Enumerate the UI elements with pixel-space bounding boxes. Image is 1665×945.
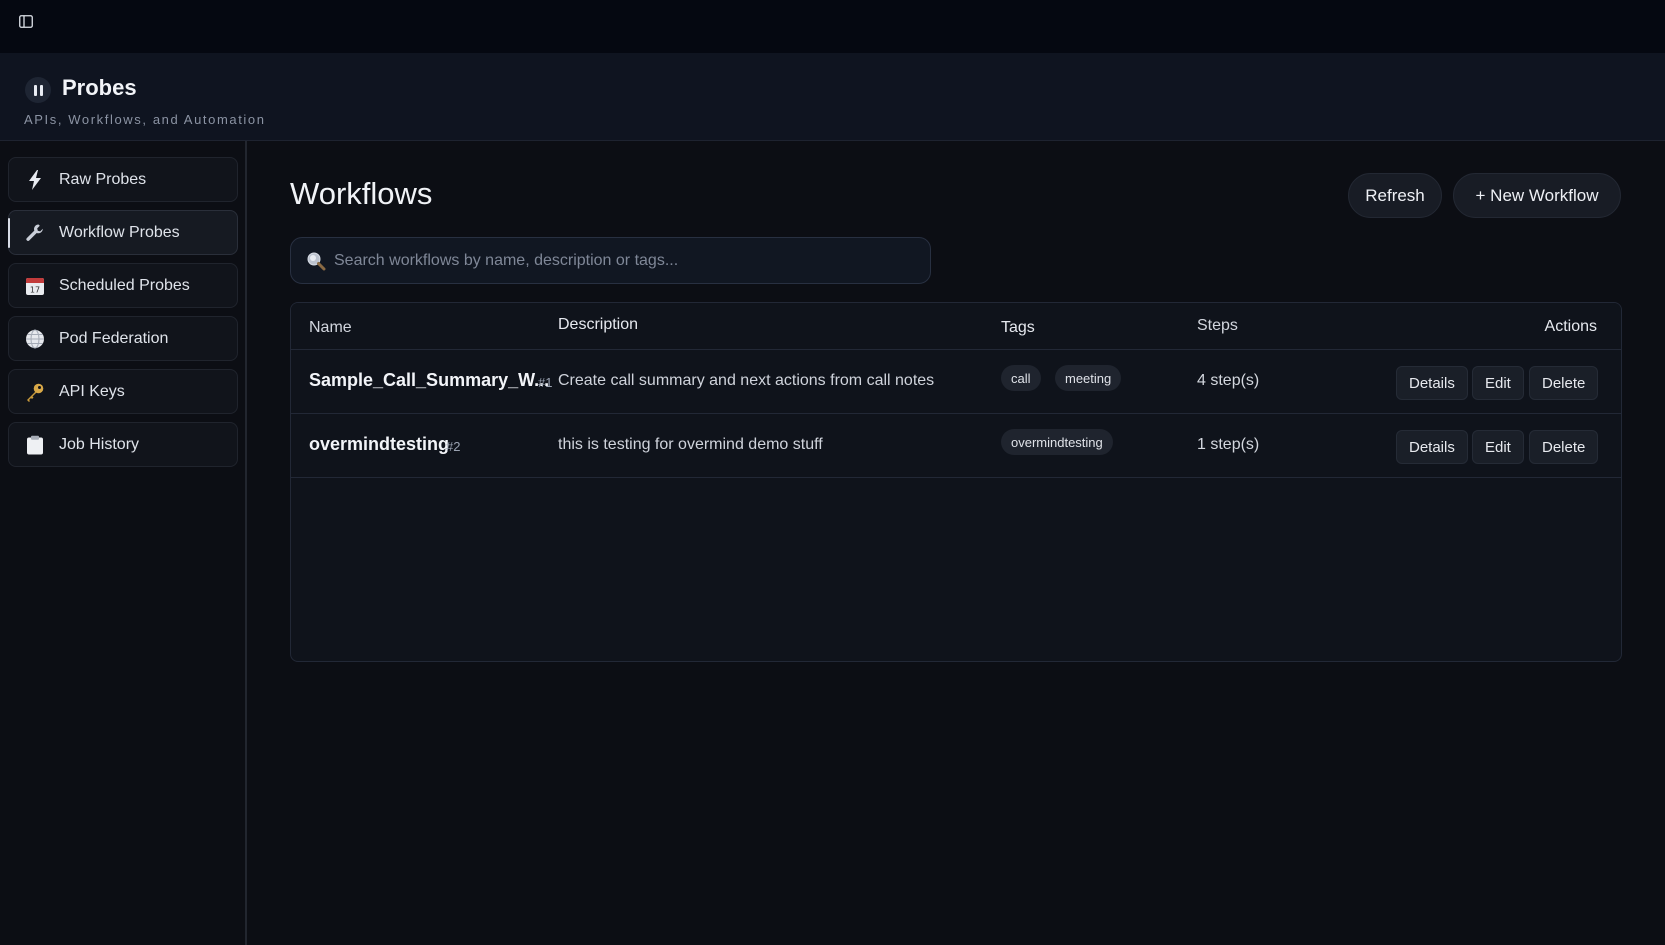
tag-badge: meeting (1055, 365, 1122, 391)
delete-button[interactable]: Delete (1529, 366, 1599, 400)
page-title: Workflows (290, 176, 433, 211)
svg-text:17: 17 (30, 285, 40, 294)
workflow-steps: 1 step(s) (1197, 436, 1260, 453)
workflow-name[interactable]: Sample_Call_Summary_W... (309, 370, 549, 391)
column-header-name: Name (309, 319, 352, 336)
top-bar (0, 0, 1665, 53)
search-icon (306, 251, 326, 271)
app-title: Probes (62, 75, 137, 100)
workflow-steps: 4 step(s) (1197, 372, 1260, 389)
workflows-table: Name Description Tags Steps Actions Samp… (290, 302, 1622, 662)
sidebar-item-scheduled-probes[interactable]: 17 Scheduled Probes (8, 263, 238, 308)
pause-icon (25, 77, 51, 103)
edit-button[interactable]: Edit (1472, 430, 1524, 464)
globe-icon (24, 328, 46, 350)
workflow-number: #2 (446, 439, 461, 454)
sidebar: Raw Probes Workflow Probes 17 Scheduled … (0, 141, 247, 945)
sidebar-item-job-history[interactable]: Job History (8, 422, 238, 467)
sidebar-toggle-icon[interactable] (18, 14, 34, 28)
sidebar-item-label: Raw Probes (59, 170, 147, 188)
sidebar-item-label: API Keys (59, 382, 125, 400)
column-header-tags: Tags (1001, 319, 1035, 336)
column-header-actions: Actions (1544, 318, 1597, 335)
lightning-icon (24, 169, 46, 191)
column-header-steps: Steps (1197, 317, 1238, 334)
refresh-button[interactable]: Refresh (1348, 173, 1442, 218)
app-subtitle: APIs, Workflows, and Automation (24, 112, 266, 127)
sidebar-item-workflow-probes[interactable]: Workflow Probes (8, 210, 238, 255)
new-workflow-button[interactable]: + New Workflow (1453, 173, 1621, 218)
details-button[interactable]: Details (1396, 366, 1468, 400)
sidebar-item-api-keys[interactable]: API Keys (8, 369, 238, 414)
table-header: Name Description Tags Steps Actions (291, 303, 1621, 350)
sidebar-item-label: Pod Federation (59, 329, 169, 347)
details-button[interactable]: Details (1396, 430, 1468, 464)
workflow-number: #1 (538, 375, 553, 390)
sidebar-item-pod-federation[interactable]: Pod Federation (8, 316, 238, 361)
key-icon (24, 381, 46, 403)
workflow-description: this is testing for overmind demo stuff (558, 436, 823, 453)
sidebar-item-label: Scheduled Probes (59, 276, 190, 294)
delete-button[interactable]: Delete (1529, 430, 1599, 464)
search-bar (290, 237, 931, 284)
app-header: Probes APIs, Workflows, and Automation (0, 53, 1665, 141)
sidebar-item-label: Job History (59, 435, 140, 453)
workflow-name[interactable]: overmindtesting (309, 434, 449, 455)
workflow-description: Create call summary and next actions fro… (558, 372, 935, 389)
edit-button[interactable]: Edit (1472, 366, 1524, 400)
tag-badge: overmindtesting (1001, 429, 1113, 455)
tag-badge: call (1001, 365, 1041, 391)
column-header-description: Description (558, 316, 639, 333)
wrench-icon (24, 222, 46, 244)
table-row: overmindtesting #2 this is testing for o… (291, 414, 1621, 478)
sidebar-item-raw-probes[interactable]: Raw Probes (8, 157, 238, 202)
search-input[interactable] (334, 251, 924, 270)
table-row: Sample_Call_Summary_W... #1 Create call … (291, 350, 1621, 414)
calendar-icon: 17 (24, 275, 46, 297)
sidebar-item-label: Workflow Probes (59, 223, 180, 241)
clipboard-icon (24, 434, 46, 456)
